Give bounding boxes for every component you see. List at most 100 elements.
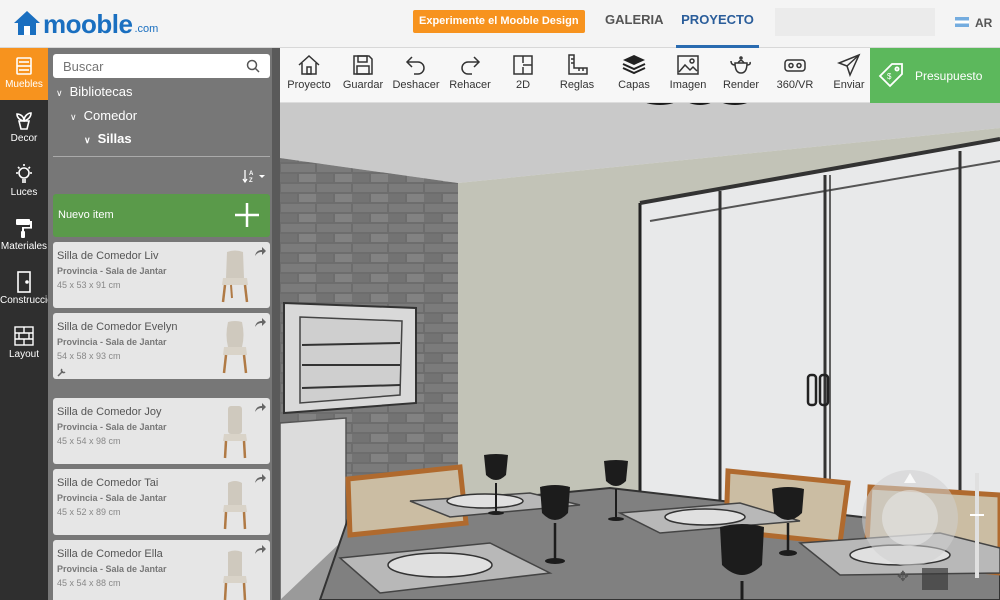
share-icon[interactable]: [254, 545, 266, 555]
language-selector[interactable]: AR: [975, 16, 992, 30]
tool-label: Guardar: [342, 79, 384, 91]
plant-icon: [16, 112, 32, 130]
share-icon[interactable]: [254, 474, 266, 484]
header-blank-area: [775, 8, 935, 36]
category-label: Layout: [8, 349, 40, 360]
teapot-icon: [730, 56, 751, 74]
new-item-label: Nuevo item: [58, 209, 114, 221]
library-item-card[interactable]: Silla de Comedor Tai Provincia - Sala de…: [53, 469, 270, 535]
item-name: Silla de Comedor Joy: [57, 406, 162, 418]
category-label: Muebles: [5, 79, 43, 90]
library-item-card[interactable]: Silla de Comedor Liv Provincia - Sala de…: [53, 242, 270, 308]
item-subtitle: Provincia - Sala de Jantar: [57, 493, 167, 503]
plate: [446, 493, 524, 509]
nav-proyecto[interactable]: PROYECTO: [676, 0, 759, 48]
price-tag-icon: $: [878, 63, 903, 88]
category-materiales[interactable]: Materiales: [0, 210, 48, 262]
chevron-down-icon: ∨: [70, 112, 77, 122]
3d-scene: ✥: [280, 103, 1000, 600]
category-label: Construcción: [0, 295, 48, 306]
chevron-down-icon: ∨: [84, 135, 91, 145]
tool-render-button[interactable]: Render: [722, 53, 760, 99]
tool-label: Rehacer: [449, 79, 491, 91]
tool-360vr-button[interactable]: 360/VR: [774, 53, 816, 99]
tool-capas-button[interactable]: Capas: [614, 53, 654, 99]
library-item-card[interactable]: Silla de Comedor Evelyn Provincia - Sala…: [53, 313, 270, 379]
item-name: Silla de Comedor Liv: [57, 250, 159, 262]
tool-proyecto-button[interactable]: Proyecto: [286, 53, 332, 99]
tool-guardar-button[interactable]: Guardar: [340, 53, 386, 99]
layers-icon: [622, 55, 646, 75]
library-item-card[interactable]: Silla de Comedor Joy Provincia - Sala de…: [53, 398, 270, 464]
3d-viewport[interactable]: ✥: [280, 103, 1000, 600]
tool-label: 2D: [515, 79, 531, 91]
chair-thumbnail-icon: [223, 550, 247, 600]
item-dimensions: 45 x 53 x 91 cm: [57, 280, 121, 290]
tool-reglas-button[interactable]: Reglas: [556, 53, 598, 99]
house-logo-icon: [14, 11, 40, 35]
lightbulb-icon: [16, 164, 32, 183]
presupuesto-label: Presupuesto: [915, 69, 983, 83]
share-icon[interactable]: [254, 403, 266, 413]
presupuesto-button[interactable]: $ Presupuesto: [870, 48, 1000, 103]
mooble-design-cta-button[interactable]: Experimente el Mooble Design: [413, 10, 585, 33]
library-divider: [53, 156, 270, 157]
category-sidebar: Muebles Decor Luces Materiales Construcc…: [0, 48, 48, 600]
tool-rehacer-button[interactable]: Rehacer: [448, 53, 492, 99]
item-subtitle: Provincia - Sala de Jantar: [57, 422, 167, 432]
library-scrollbar[interactable]: [272, 48, 280, 600]
chair-thumbnail-icon: [221, 250, 249, 303]
library-item-card[interactable]: Silla de Comedor Ella Provincia - Sala d…: [53, 540, 270, 600]
category-decor[interactable]: Decor: [0, 102, 48, 154]
item-subtitle: Provincia - Sala de Jantar: [57, 564, 167, 574]
item-name: Silla de Comedor Tai: [57, 477, 159, 489]
logo-text: mooble: [43, 9, 133, 39]
category-layout[interactable]: Layout: [0, 318, 48, 370]
tool-label: Deshacer: [392, 79, 440, 91]
sofa-icon: [16, 57, 32, 75]
library-search-input[interactable]: [53, 54, 233, 78]
category-label: Materiales: [0, 241, 48, 252]
category-muebles[interactable]: Muebles: [0, 48, 48, 100]
tree-item-comedor[interactable]: ∨ Comedor: [70, 108, 302, 123]
tool-label: 360/VR: [776, 79, 814, 91]
tool-2d-button[interactable]: 2D: [506, 53, 540, 99]
item-subtitle: Provincia - Sala de Jantar: [57, 266, 167, 276]
chair-thumbnail-icon: [223, 481, 247, 530]
tree-label: Bibliotecas: [69, 84, 133, 99]
plus-icon: [235, 203, 259, 227]
tool-label: Capas: [618, 79, 650, 91]
category-luces[interactable]: Luces: [0, 156, 48, 208]
floorplan-icon: [513, 55, 533, 75]
item-subtitle: Provincia - Sala de Jantar: [57, 337, 167, 347]
share-icon[interactable]: [254, 318, 266, 328]
mooble-logo[interactable]: mooble .com: [12, 9, 158, 37]
sort-alpha-icon: A Z: [242, 170, 265, 184]
tree-item-bibliotecas[interactable]: ∨ Bibliotecas: [56, 84, 288, 99]
share-icon[interactable]: [254, 247, 266, 257]
plate: [664, 508, 746, 526]
tree-label: Comedor: [83, 108, 138, 123]
item-dimensions: 45 x 54 x 88 cm: [57, 578, 121, 588]
tool-deshacer-button[interactable]: Deshacer: [392, 53, 440, 99]
tool-label: Reglas: [559, 79, 595, 91]
tool-enviar-button[interactable]: Enviar: [830, 53, 868, 99]
category-label: Decor: [10, 133, 38, 144]
send-icon: [837, 53, 861, 77]
sort-alpha-button[interactable]: A Z: [242, 168, 268, 184]
wrench-icon[interactable]: [57, 367, 67, 377]
new-item-button[interactable]: Nuevo item: [53, 194, 270, 237]
item-name: Silla de Comedor Ella: [57, 548, 163, 560]
main-toolbar: Proyecto Guardar Deshacer Rehacer 2D Reg…: [280, 48, 870, 103]
image-icon: [677, 55, 699, 75]
nav-galeria[interactable]: GALERIA: [605, 12, 664, 27]
category-construccion[interactable]: Construcción: [0, 264, 48, 316]
tool-label: Imagen: [669, 79, 707, 91]
top-header: mooble .com Experimente el Mooble Design…: [0, 0, 1000, 48]
chair-thumbnail-icon: [223, 406, 247, 459]
tool-label: Proyecto: [287, 79, 331, 91]
tool-label: Enviar: [833, 79, 865, 91]
search-icon[interactable]: [246, 59, 260, 73]
vr-headset-icon: [784, 59, 806, 72]
tool-imagen-button[interactable]: Imagen: [666, 53, 710, 99]
